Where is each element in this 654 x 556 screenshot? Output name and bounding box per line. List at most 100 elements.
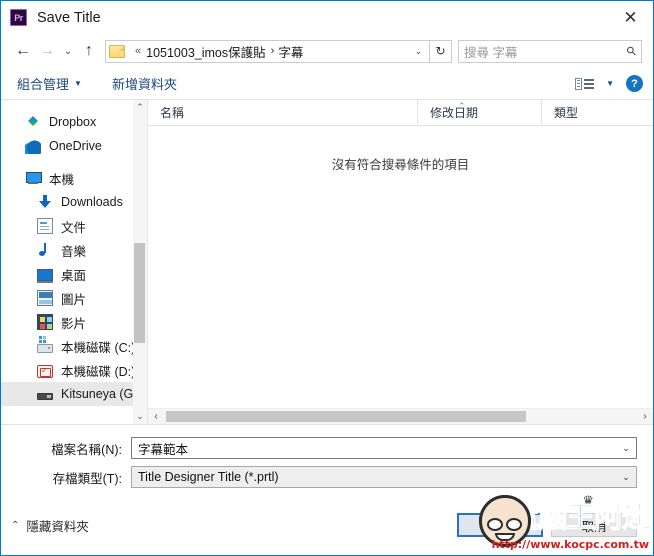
save-form: 檔案名稱(N): 字幕範本 ⌄ 存檔類型(T): Title Designer …: [1, 425, 653, 495]
title-bar: Pr Save Title ✕: [1, 1, 653, 34]
view-controls: ▼ ?: [575, 75, 643, 92]
sidebar-item-videos[interactable]: 影片: [1, 310, 147, 334]
sidebar-item-downloads[interactable]: Downloads: [1, 190, 147, 214]
sidebar-item-desktop[interactable]: 桌面: [1, 262, 147, 286]
search-box[interactable]: 搜尋 字幕 ⚲: [458, 39, 642, 63]
scroll-right-icon[interactable]: ›: [637, 411, 653, 422]
chevron-down-icon[interactable]: ▼: [606, 79, 614, 88]
this-pc-icon: [25, 170, 42, 186]
sidebar-scroll-track[interactable]: [133, 115, 147, 409]
view-options-icon[interactable]: [575, 77, 595, 90]
sidebar-item-label: 桌面: [61, 268, 87, 283]
sidebar-item-local-disk-c[interactable]: 本機磁碟 (C:): [1, 334, 147, 358]
premiere-pro-icon: Pr: [10, 9, 27, 26]
documents-icon: [37, 218, 53, 234]
sidebar-item-pictures[interactable]: 圖片: [1, 286, 147, 310]
command-bar: 組合管理 ▼ 新增資料夾 ▼ ?: [1, 68, 653, 100]
refresh-icon[interactable]: ↻: [430, 39, 452, 63]
save-title-dialog: Pr Save Title ✕ ← → ⌄ ↑ « 1051003_imos保護…: [0, 0, 654, 556]
dialog-footer: ⌃ 隱藏資料夾 存檔(S) 取消 ♛ 電腦王阿達 http://www.kocp…: [1, 493, 653, 555]
music-icon: [37, 242, 53, 258]
chevron-down-icon[interactable]: ⌄: [616, 472, 636, 483]
dialog-body: Dropbox OneDrive 本機 Downloads 文件 音樂 桌面 圖…: [1, 100, 653, 425]
sidebar-item-label: 音樂: [61, 244, 87, 259]
column-headers: 名稱 修改日期 類型 ⌃: [148, 100, 653, 126]
filetype-row: 存檔類型(T): Title Designer Title (*.prtl) ⌄: [17, 466, 637, 488]
breadcrumb-item-current[interactable]: 字幕: [278, 42, 303, 61]
breadcrumb-overflow[interactable]: «: [135, 45, 141, 57]
address-bar[interactable]: « 1051003_imos保護貼 › 字幕 ⌄: [105, 39, 430, 63]
empty-list-message: 沒有符合搜尋條件的項目: [331, 158, 470, 172]
column-header-type[interactable]: 類型: [542, 100, 653, 125]
forward-button[interactable]: →: [35, 39, 59, 63]
sidebar-item-label: 本機磁碟 (D:): [61, 364, 136, 379]
back-button[interactable]: ←: [11, 39, 35, 63]
sidebar-item-label: Kitsuneya (G:): [61, 387, 141, 401]
organize-label: 組合管理: [17, 77, 70, 92]
hscroll-track[interactable]: [164, 409, 637, 424]
up-button[interactable]: ↑: [77, 39, 101, 63]
chevron-up-icon: ⌃: [11, 519, 20, 531]
sidebar-item-music[interactable]: 音樂: [1, 238, 147, 262]
new-folder-button[interactable]: 新增資料夾: [112, 74, 177, 93]
sidebar-item-dropbox[interactable]: Dropbox: [1, 110, 147, 134]
sidebar-item-label: 圖片: [61, 292, 87, 307]
column-header-name[interactable]: 名稱: [148, 100, 418, 125]
new-folder-label: 新增資料夾: [111, 77, 177, 92]
search-input[interactable]: 搜尋 字幕: [464, 42, 627, 61]
scroll-up-icon[interactable]: ⌃: [133, 100, 147, 115]
sidebar-item-label: 影片: [61, 316, 87, 331]
downloads-icon: [37, 194, 53, 210]
folder-icon: [109, 44, 125, 58]
chevron-down-icon: ▼: [74, 79, 82, 88]
onedrive-icon: [25, 138, 41, 154]
filename-label: 檔案名稱(N):: [51, 442, 122, 457]
chevron-down-icon[interactable]: ⌄: [616, 443, 636, 454]
filetype-value: Title Designer Title (*.prtl): [138, 470, 279, 484]
filename-input[interactable]: 字幕範本: [132, 439, 616, 458]
close-icon[interactable]: ✕: [608, 1, 653, 34]
hscroll-thumb[interactable]: [166, 411, 526, 422]
dropbox-icon: [25, 114, 41, 130]
breadcrumb: « 1051003_imos保護貼 › 字幕: [130, 42, 303, 61]
desktop-icon: [37, 269, 53, 283]
file-list-pane: 名稱 修改日期 類型 ⌃ 沒有符合搜尋條件的項目 ‹ ›: [147, 100, 653, 424]
sort-ascending-icon: ⌃: [458, 101, 466, 111]
sidebar-item-documents[interactable]: 文件: [1, 214, 147, 238]
sidebar-item-onedrive[interactable]: OneDrive: [1, 134, 147, 158]
window-title: Save Title: [37, 9, 101, 26]
pictures-icon: [37, 290, 53, 306]
sidebar-scrollbar[interactable]: ⌃ ⌄: [133, 100, 147, 424]
save-button[interactable]: 存檔(S): [457, 513, 543, 537]
sidebar-item-kitsuneya-g[interactable]: Kitsuneya (G:): [1, 382, 147, 406]
dialog-buttons: 存檔(S) 取消: [457, 513, 637, 537]
videos-icon: [37, 314, 53, 330]
sidebar-item-local-disk-d[interactable]: 本機磁碟 (D:): [1, 358, 147, 382]
chevron-down-icon[interactable]: ⌄: [409, 41, 428, 62]
cancel-button[interactable]: 取消: [551, 513, 637, 537]
sidebar-item-label: OneDrive: [49, 139, 102, 153]
filename-field[interactable]: 字幕範本 ⌄: [131, 437, 637, 459]
scroll-down-icon[interactable]: ⌄: [133, 409, 147, 424]
organize-button[interactable]: 組合管理 ▼: [17, 74, 82, 93]
filename-row: 檔案名稱(N): 字幕範本 ⌄: [17, 437, 637, 459]
crown-icon: ♛: [582, 493, 594, 508]
filetype-label: 存檔類型(T):: [52, 471, 122, 486]
watermark-url: http://www.kocpc.com.tw: [491, 538, 649, 551]
sidebar-item-this-pc[interactable]: 本機: [1, 166, 147, 190]
column-header-date-modified[interactable]: 修改日期: [418, 100, 542, 125]
sidebar-scroll-thumb[interactable]: [134, 243, 145, 343]
filetype-select[interactable]: Title Designer Title (*.prtl) ⌄: [131, 466, 637, 488]
sidebar-item-label: 文件: [61, 220, 87, 235]
local-disk-c-icon: [37, 339, 53, 353]
removable-drive-icon: [37, 393, 53, 400]
local-disk-d-icon: [37, 364, 53, 378]
recent-locations-button[interactable]: ⌄: [59, 39, 77, 63]
scroll-left-icon[interactable]: ‹: [148, 411, 164, 422]
file-list-horizontal-scrollbar[interactable]: ‹ ›: [148, 408, 653, 424]
help-icon[interactable]: ?: [626, 75, 643, 92]
breadcrumb-item-parent[interactable]: 1051003_imos保護貼: [146, 42, 266, 61]
breadcrumb-separator: ›: [270, 45, 275, 57]
sidebar-item-label: Dropbox: [49, 115, 97, 129]
hide-folders-button[interactable]: ⌃ 隱藏資料夾: [11, 516, 89, 535]
